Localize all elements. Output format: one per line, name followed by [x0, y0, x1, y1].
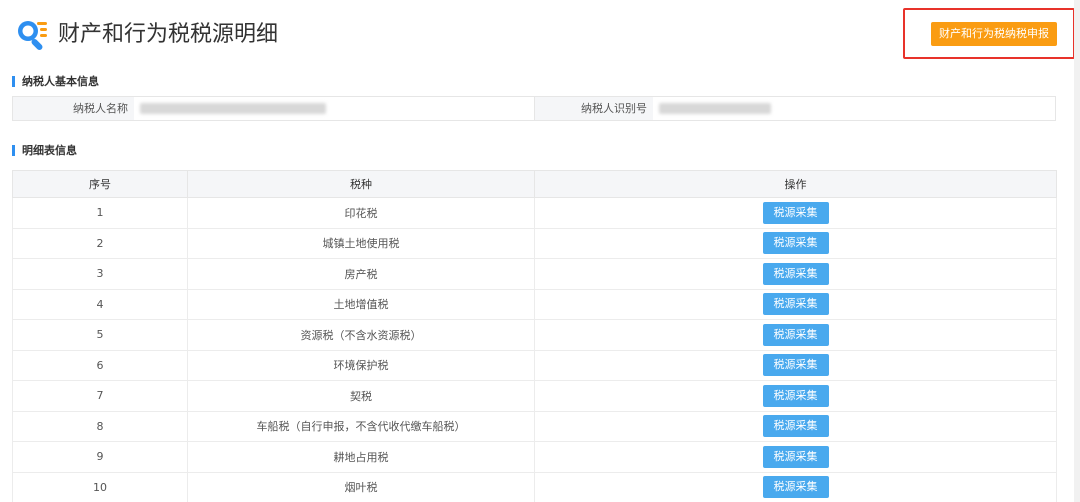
row-number: 9: [12, 441, 188, 473]
table-row: 2 城镇土地使用税 税源采集: [12, 227, 1057, 259]
vertical-scrollbar[interactable]: [1074, 0, 1080, 502]
taxpayer-name-label: 纳税人名称: [13, 97, 134, 120]
detail-section-title: 明细表信息: [12, 145, 77, 156]
row-tax-type: 车船税（自行申报，不含代收代缴车船税）: [187, 410, 535, 442]
row-tax-type: 资源税（不含水资源税）: [187, 319, 535, 351]
tax-source-collect-button[interactable]: 税源采集: [762, 445, 829, 468]
row-tax-type: 城镇土地使用税: [187, 227, 535, 259]
row-tax-type: 环境保护税: [187, 349, 535, 381]
row-number: 5: [12, 319, 188, 351]
column-header-number: 序号: [12, 170, 188, 198]
table-row: 3 房产税 税源采集: [12, 258, 1057, 290]
tax-declaration-button[interactable]: 财产和行为税纳税申报: [931, 22, 1057, 46]
tax-source-collect-button[interactable]: 税源采集: [762, 293, 829, 316]
tax-source-collect-button[interactable]: 税源采集: [762, 415, 829, 438]
taxpayer-section-title: 纳税人基本信息: [12, 76, 99, 87]
table-row: 4 土地增值税 税源采集: [12, 288, 1057, 320]
table-row: 6 环境保护税 税源采集: [12, 349, 1057, 381]
page: 财产和行为税税源明细 财产和行为税纳税申报 纳税人基本信息 纳税人名称 纳税人识…: [0, 0, 1080, 502]
row-tax-type: 土地增值税: [187, 288, 535, 320]
redacted-name: [140, 103, 326, 114]
column-header-action: 操作: [534, 170, 1057, 198]
row-action-cell: 税源采集: [534, 319, 1057, 351]
column-header-tax-type: 税种: [187, 170, 535, 198]
page-title: 财产和行为税税源明细: [58, 22, 279, 47]
row-action-cell: 税源采集: [534, 258, 1057, 290]
row-number: 4: [12, 288, 188, 320]
table-row: 7 契税 税源采集: [12, 380, 1057, 412]
search-list-icon: [18, 21, 47, 50]
row-action-cell: 税源采集: [534, 349, 1057, 381]
row-tax-type: 耕地占用税: [187, 441, 535, 473]
row-number: 10: [12, 471, 188, 502]
row-number: 1: [12, 197, 188, 229]
row-number: 2: [12, 227, 188, 259]
row-tax-type: 房产税: [187, 258, 535, 290]
tax-source-collect-button[interactable]: 税源采集: [762, 201, 829, 224]
tax-source-collect-button[interactable]: 税源采集: [762, 323, 829, 346]
table-row: 8 车船税（自行申报，不含代收代缴车船税） 税源采集: [12, 410, 1057, 442]
row-action-cell: 税源采集: [534, 471, 1057, 502]
row-action-cell: 税源采集: [534, 288, 1057, 320]
row-action-cell: 税源采集: [534, 380, 1057, 412]
table-row: 1 印花税 税源采集: [12, 197, 1057, 229]
row-tax-type: 印花税: [187, 197, 535, 229]
row-action-cell: 税源采集: [534, 441, 1057, 473]
row-action-cell: 税源采集: [534, 410, 1057, 442]
row-number: 3: [12, 258, 188, 290]
row-action-cell: 税源采集: [534, 227, 1057, 259]
taxpayer-name-value: [134, 97, 535, 120]
row-number: 6: [12, 349, 188, 381]
row-tax-type: 烟叶税: [187, 471, 535, 502]
table-row: 9 耕地占用税 税源采集: [12, 441, 1057, 473]
tax-source-collect-button[interactable]: 税源采集: [762, 354, 829, 377]
tax-source-collect-button[interactable]: 税源采集: [762, 232, 829, 255]
row-number: 7: [12, 380, 188, 412]
row-number: 8: [12, 410, 188, 442]
taxpayer-info-row: 纳税人名称 纳税人识别号: [12, 96, 1056, 121]
tax-source-collect-button[interactable]: 税源采集: [762, 262, 829, 285]
table-row: 5 资源税（不含水资源税） 税源采集: [12, 319, 1057, 351]
redacted-id: [659, 103, 771, 114]
tax-source-collect-button[interactable]: 税源采集: [762, 384, 829, 407]
row-tax-type: 契税: [187, 380, 535, 412]
table-header-row: 序号 税种 操作: [12, 170, 1057, 198]
taxpayer-id-label: 纳税人识别号: [535, 97, 653, 120]
taxpayer-id-value: [653, 97, 1055, 120]
detail-table: 序号 税种 操作 1 印花税 税源采集 2 城镇土地使用税 税源采集 3 房产税 税源采集 4 土地…: [12, 170, 1057, 502]
tax-source-collect-button[interactable]: 税源采集: [762, 476, 829, 499]
row-action-cell: 税源采集: [534, 197, 1057, 229]
table-row: 10 烟叶税 税源采集: [12, 471, 1057, 502]
